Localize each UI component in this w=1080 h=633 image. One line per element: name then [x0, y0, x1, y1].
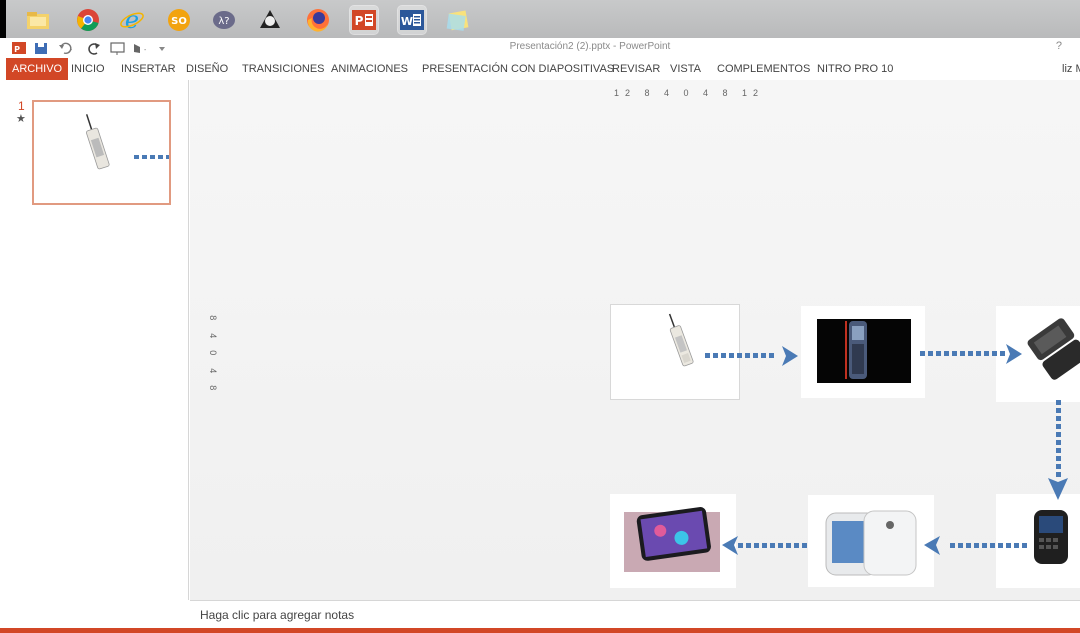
- sticky-notes-icon[interactable]: [444, 6, 472, 34]
- tab-inicio[interactable]: INICIO: [71, 58, 105, 80]
- help-button[interactable]: ?: [1056, 40, 1062, 52]
- thumbnail-preview: [85, 114, 169, 170]
- chrome-icon[interactable]: [74, 6, 102, 34]
- help-label: ?: [1055, 40, 1062, 52]
- tab-diseno[interactable]: DISEÑO: [186, 58, 228, 80]
- tab-insertar[interactable]: INSERTAR: [121, 58, 176, 80]
- flip-phone-image[interactable]: [996, 306, 1080, 402]
- iphone-image[interactable]: [610, 494, 736, 588]
- app-icon[interactable]: λ?: [210, 6, 238, 34]
- nokia-phone-image[interactable]: [801, 306, 925, 398]
- arrow-down: [1048, 400, 1068, 500]
- tab-nitro[interactable]: NITRO PRO 10: [817, 58, 893, 80]
- tab-animaciones[interactable]: ANIMACIONES: [331, 58, 408, 80]
- powerpoint-icon[interactable]: P: [350, 6, 378, 34]
- svg-text:W: W: [401, 15, 413, 28]
- brick-phone-image[interactable]: [610, 304, 740, 400]
- vertical-ruler: 8 4 0 4 8: [204, 309, 218, 397]
- ruler-mark: 0: [207, 350, 218, 356]
- powerpoint-window: e SO λ? P W P - - Presentación2 (2).pptx…: [0, 0, 1080, 633]
- notes-placeholder: Haga clic para agregar notas: [200, 608, 355, 622]
- ruler-mark: 8: [207, 315, 218, 321]
- status-bar: [0, 628, 1080, 633]
- ruler-mark: 4: [207, 332, 218, 338]
- notes-left-spacer: [0, 600, 190, 628]
- firefox-icon[interactable]: [304, 6, 332, 34]
- tab-transiciones[interactable]: TRANSICIONES: [242, 58, 325, 80]
- tab-archivo[interactable]: ARCHIVO: [6, 58, 69, 80]
- slide-editor[interactable]: 12 8 4 0 4 8 12 8 4 0 4 8: [190, 80, 1080, 600]
- tab-revisar[interactable]: REVISAR: [612, 58, 660, 80]
- svg-text:P: P: [355, 14, 364, 28]
- user-account[interactable]: liz M: [1062, 58, 1080, 80]
- tab-presentacion[interactable]: PRESENTACIÓN CON DIAPOSITIVAS: [422, 58, 614, 80]
- ruler-mark: 4: [207, 367, 218, 373]
- taskbar: e SO λ? P W: [0, 0, 1080, 38]
- slide-thumbnail[interactable]: [32, 100, 171, 205]
- svg-text:e: e: [125, 6, 139, 34]
- internet-explorer-icon[interactable]: e: [118, 6, 146, 34]
- horizontal-ruler: 12 8 4 0 4 8 12: [614, 88, 765, 98]
- title-bar: P - - Presentación2 (2).pptx - PowerPoin…: [0, 38, 1080, 58]
- window-title: Presentación2 (2).pptx - PowerPoint: [509, 41, 671, 52]
- ribbon-tabs: ARCHIVO INICIO INSERTAR DISEÑO TRANSICIO…: [0, 58, 1080, 80]
- svg-text:λ?: λ?: [218, 16, 229, 27]
- svg-text:SO: SO: [171, 16, 187, 27]
- tab-complementos[interactable]: COMPLEMENTOS: [717, 58, 810, 80]
- ruler-mark: 8: [207, 385, 218, 391]
- animation-star-icon: ★: [16, 113, 26, 125]
- slide-number: 1: [18, 99, 25, 113]
- stack-overflow-icon[interactable]: SO: [165, 6, 193, 34]
- app-icon[interactable]: [256, 6, 284, 34]
- file-explorer-icon[interactable]: [24, 6, 52, 34]
- galaxy-phone-image[interactable]: [808, 495, 934, 587]
- slide-thumbnails-pane: 1 ★: [0, 80, 189, 628]
- tab-vista[interactable]: VISTA: [670, 58, 701, 80]
- notes-pane[interactable]: Haga clic para agregar notas: [190, 600, 1080, 628]
- blackberry-phone-image[interactable]: [996, 494, 1080, 588]
- taskbar-edge: [0, 0, 6, 38]
- word-icon[interactable]: W: [398, 6, 426, 34]
